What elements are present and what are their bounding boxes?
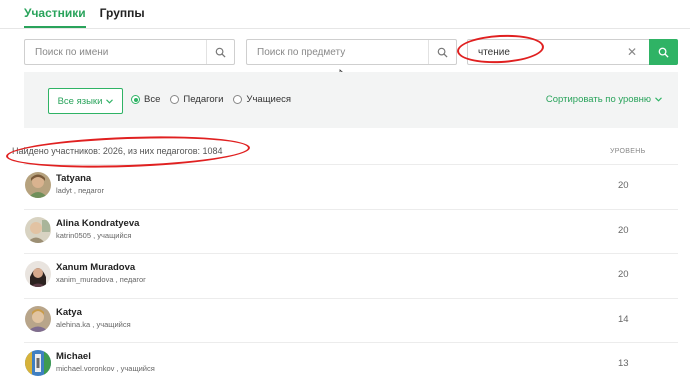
filter-panel: Все языки Все Педагоги Учащиеся Сортиров… — [24, 72, 678, 128]
chevron-down-icon — [655, 97, 662, 102]
member-name[interactable]: Katya — [56, 307, 82, 318]
member-name[interactable]: Alina Kondratyeva — [56, 218, 139, 229]
radio-students-dot[interactable] — [233, 95, 243, 104]
avatar[interactable] — [25, 305, 51, 332]
radio-students-label: Учащиеся — [246, 94, 291, 105]
member-level: 20 — [618, 180, 629, 191]
list-item[interactable]: Xanum Muradova xanim_muradova , педагог … — [24, 253, 678, 298]
radio-all-label: Все — [144, 94, 161, 105]
avatar[interactable] — [25, 350, 51, 376]
avatar[interactable] — [25, 172, 51, 198]
subject-search-box — [246, 39, 457, 65]
radio-students[interactable]: Учащиеся — [233, 94, 291, 105]
member-name[interactable]: Michael — [56, 351, 91, 362]
radio-all-dot[interactable] — [131, 95, 140, 104]
results-count: Найдено участников: 2026, из них педагог… — [12, 146, 223, 156]
radio-teachers-dot[interactable] — [170, 95, 180, 104]
chevron-down-icon — [106, 98, 114, 104]
tabs-divider — [0, 28, 690, 29]
query-search-button[interactable] — [649, 39, 678, 65]
name-search-button[interactable] — [206, 40, 234, 64]
query-search-input[interactable] — [468, 40, 677, 64]
role-filter: Все Педагоги Учащиеся — [131, 94, 291, 105]
member-name[interactable]: Tatyana — [56, 173, 91, 184]
member-level: 13 — [618, 358, 629, 369]
member-meta: ladyt , педагог — [56, 186, 105, 195]
radio-teachers-label: Педагоги — [183, 94, 224, 105]
query-search-box: ✕ — [467, 39, 678, 65]
list-item[interactable]: Tatyana ladyt , педагог 20 — [24, 164, 678, 209]
search-icon — [215, 47, 226, 58]
name-search-box — [24, 39, 235, 65]
member-meta: xanim_muradova , педагог — [56, 275, 146, 284]
tab-groups[interactable]: Группы — [100, 6, 145, 28]
search-icon — [658, 47, 669, 58]
list-item[interactable]: Katya alehina.ka , учащийся 14 — [24, 297, 678, 343]
sort-dropdown[interactable]: Сортировать по уровню — [546, 94, 662, 105]
member-meta: katrin0505 , учащийся — [56, 230, 132, 240]
member-meta: michael.voronkov , учащийся — [56, 364, 155, 373]
level-column-header: УРОВЕНЬ — [610, 148, 646, 155]
avatar[interactable] — [25, 261, 51, 287]
avatar[interactable] — [25, 216, 51, 243]
member-list: Tatyana ladyt , педагог 20 Alina Kondrat… — [24, 164, 678, 387]
clear-icon[interactable]: ✕ — [627, 45, 637, 59]
subject-search-input[interactable] — [247, 40, 456, 64]
sort-label: Сортировать по уровню — [545, 94, 651, 105]
member-level: 14 — [618, 313, 629, 325]
languages-label: Все языки — [57, 95, 103, 107]
radio-all[interactable]: Все — [131, 94, 160, 105]
radio-teachers[interactable]: Педагоги — [170, 94, 223, 105]
list-item[interactable]: Alina Kondratyeva katrin0505 , учащийся … — [24, 208, 678, 254]
name-search-input[interactable] — [25, 40, 234, 64]
tab-bar: Участники Группы — [24, 6, 145, 28]
member-level: 20 — [618, 224, 629, 236]
subject-search-button[interactable] — [428, 40, 456, 64]
list-item[interactable]: Michael michael.voronkov , учащийся 13 — [24, 342, 678, 387]
member-name[interactable]: Xanum Muradova — [56, 262, 135, 273]
member-meta: alehina.ka , учащийся — [56, 319, 131, 329]
tab-members[interactable]: Участники — [24, 6, 86, 28]
search-icon — [437, 47, 448, 58]
member-level: 20 — [618, 269, 629, 280]
languages-dropdown[interactable]: Все языки — [48, 88, 123, 114]
